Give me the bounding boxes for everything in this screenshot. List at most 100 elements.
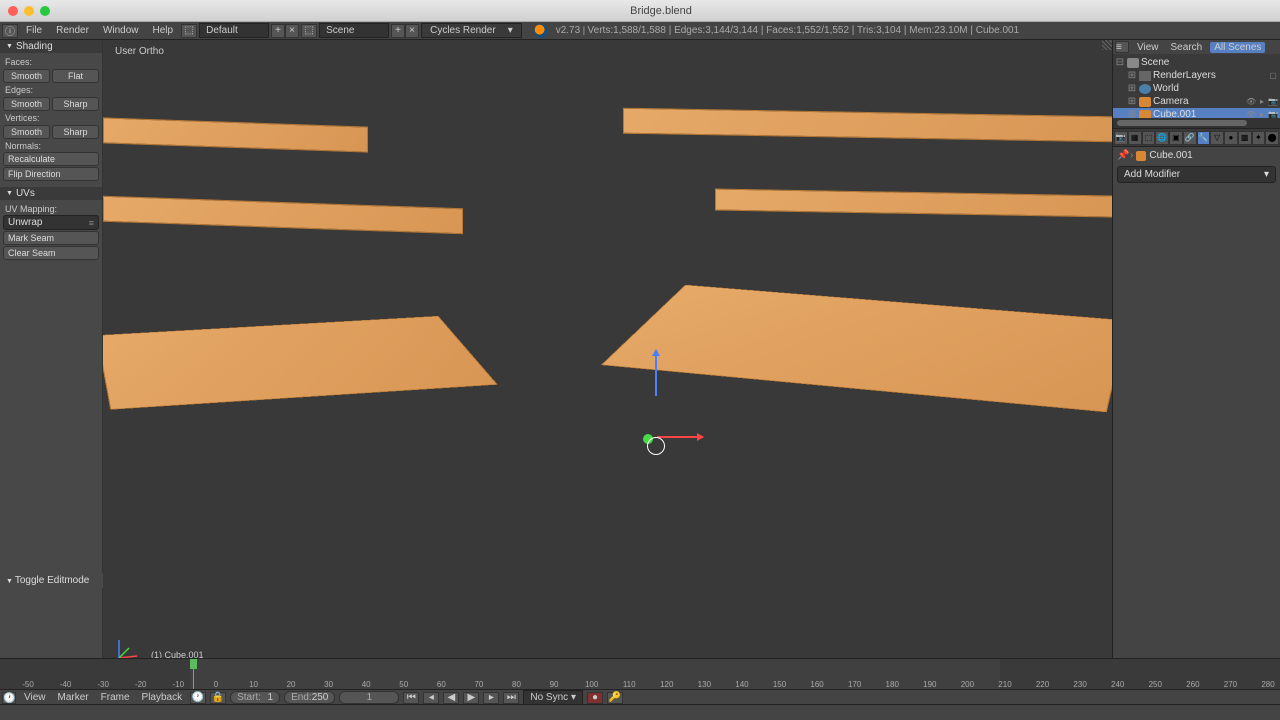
tick-label: 40 [362,680,371,689]
selectable-icon[interactable]: ▸ [1257,97,1267,106]
prop-tab-material-icon[interactable]: ● [1224,131,1238,145]
menu-window[interactable]: Window [97,25,145,36]
flip-normals-button[interactable]: Flip Direction [3,167,99,181]
3d-viewport[interactable]: User Ortho (1) Cube.001 ⬚ View Select Ad… [103,40,1112,686]
z-axis-handle[interactable] [655,350,657,396]
shade-smooth-button[interactable]: Smooth [3,69,50,83]
scene-stats: v2.73 | Verts:1,588/1,588 | Edges:3,144/… [556,25,1019,36]
prop-tab-render-icon[interactable]: 📷 [1114,131,1128,145]
tick-label: 220 [1036,680,1049,689]
use-preview-range-icon[interactable]: 🕐 [190,692,206,704]
screen-layout-dropdown[interactable]: Default [199,23,269,38]
minimize-window-icon[interactable] [24,6,34,16]
vertex-smooth-button[interactable]: Smooth [3,125,50,139]
menu-render[interactable]: Render [50,25,95,36]
play-reverse-icon[interactable]: ◀ [443,692,459,704]
add-scene-button[interactable]: + [391,24,405,38]
renderable-icon[interactable]: 📷 [1268,97,1278,106]
jump-end-icon[interactable]: ⏭ [503,692,519,704]
add-layout-button[interactable]: + [271,24,285,38]
keyframe-next-icon[interactable]: ▸ [483,692,499,704]
prop-tab-physics-icon[interactable]: ⬤ [1265,131,1279,145]
tree-row-scene[interactable]: ⊟ Scene [1113,56,1280,69]
tick-label: 270 [1224,680,1237,689]
tree-row-world[interactable]: ⊞ World [1113,82,1280,95]
maximize-window-icon[interactable] [40,6,50,16]
x-axis-handle[interactable] [657,436,703,438]
lock-time-icon[interactable]: 🔒 [210,692,226,704]
tick-label: 280 [1261,680,1274,689]
menu-help[interactable]: Help [147,25,180,36]
mark-seam-button[interactable]: Mark Seam [3,231,99,245]
current-frame-field[interactable]: 1 [339,691,399,704]
shade-flat-button[interactable]: Flat [52,69,99,83]
timeline-editor-icon[interactable]: 🕐 [2,692,16,704]
play-icon[interactable]: ▶ [463,692,479,704]
vertex-sharp-button[interactable]: Sharp [52,125,99,139]
layout-icon[interactable]: ⬚ [181,24,197,38]
normals-label: Normals: [3,140,99,152]
auto-keyframe-icon[interactable]: ● [587,692,603,704]
render-engine-dropdown[interactable]: Cycles Render▾ [421,23,522,38]
scene-icon[interactable]: ⬚ [301,24,317,38]
uv-mapping-label: UV Mapping: [3,203,99,215]
outliner-menu-search[interactable]: Search [1167,42,1207,53]
uvs-panel-header[interactable]: UVs [0,187,102,200]
delete-layout-button[interactable]: × [285,24,299,38]
edge-smooth-button[interactable]: Smooth [3,97,50,111]
prop-tab-constraints-icon[interactable]: 🔗 [1183,131,1197,145]
keyframe-prev-icon[interactable]: ◂ [423,692,439,704]
tree-row-camera[interactable]: ⊞ Camera 👁▸📷 [1113,95,1280,108]
prop-tab-texture-icon[interactable]: ▩ [1238,131,1252,145]
editor-type-icon[interactable]: ⓘ [2,24,18,38]
clear-seam-button[interactable]: Clear Seam [3,246,99,260]
scene-dropdown[interactable]: Scene [319,23,389,38]
pin-icon[interactable]: 📌 [1117,150,1127,161]
sync-mode-dropdown[interactable]: No Sync ▾ [523,690,583,705]
menu-file[interactable]: File [20,25,48,36]
visibility-icon[interactable]: 👁 [1246,97,1256,106]
prop-tab-world-icon[interactable]: 🌐 [1155,131,1169,145]
prop-tab-modifiers-icon[interactable]: 🔧 [1197,131,1211,145]
delete-scene-button[interactable]: × [405,24,419,38]
renderlayer-toggle-icon[interactable]: ▢ [1268,71,1278,80]
close-window-icon[interactable] [8,6,18,16]
prop-tab-scene-icon[interactable]: ⬚ [1142,131,1156,145]
prop-tab-renderlayers-icon[interactable]: ▦ [1128,131,1142,145]
area-split-handle[interactable] [1102,40,1112,50]
info-header: ⓘ File Render Window Help ⬚ Default +× ⬚… [0,22,1280,40]
playhead[interactable] [193,659,194,689]
prop-tab-object-icon[interactable]: ▣ [1169,131,1183,145]
timeline-ruler[interactable]: -50-40-30-20-100102030405060708090100110… [0,659,1280,689]
end-frame-field[interactable]: End:250 [284,691,335,704]
tick-label: 200 [961,680,974,689]
edge-sharp-button[interactable]: Sharp [52,97,99,111]
outliner-editor-icon[interactable]: ≡ [1115,41,1129,53]
prop-tab-data-icon[interactable]: ▽ [1210,131,1224,145]
shading-panel-header[interactable]: Shading [0,40,102,53]
right-panel: ≡ View Search All Scenes ⊟ Scene ⊞ Rende… [1112,40,1280,686]
edges-label: Edges: [3,84,99,96]
outliner-filter-dropdown[interactable]: All Scenes [1210,42,1265,53]
tl-menu-view[interactable]: View [20,692,50,703]
unwrap-dropdown[interactable]: Unwrap [3,215,99,230]
tl-menu-frame[interactable]: Frame [97,692,134,703]
start-frame-field[interactable]: Start:1 [230,691,280,704]
tl-menu-playback[interactable]: Playback [138,692,187,703]
faces-label: Faces: [3,56,99,68]
tool-shelf: Shading Faces: Smooth Flat Edges: Smooth… [0,40,103,686]
prop-tab-particles-icon[interactable]: ✦ [1252,131,1266,145]
outliner-menu-view[interactable]: View [1133,42,1163,53]
last-operator-panel[interactable]: Toggle Editmode [0,573,103,588]
recalculate-normals-button[interactable]: Recalculate [3,152,99,166]
add-modifier-dropdown[interactable]: Add Modifier▾ [1117,166,1276,183]
jump-start-icon[interactable]: ⏮ [403,692,419,704]
timeline-editor: -50-40-30-20-100102030405060708090100110… [0,658,1280,704]
outliner-tree[interactable]: ⊟ Scene ⊞ RenderLayers ▢ ⊞ World ⊞ Camer… [1113,54,1280,123]
tree-row-renderlayers[interactable]: ⊞ RenderLayers ▢ [1113,69,1280,82]
outliner-scrollbar[interactable] [1113,118,1280,128]
keying-set-icon[interactable]: 🔑 [607,692,623,704]
outliner: ≡ View Search All Scenes ⊟ Scene ⊞ Rende… [1113,40,1280,129]
tick-label: -50 [22,680,34,689]
tl-menu-marker[interactable]: Marker [54,692,93,703]
